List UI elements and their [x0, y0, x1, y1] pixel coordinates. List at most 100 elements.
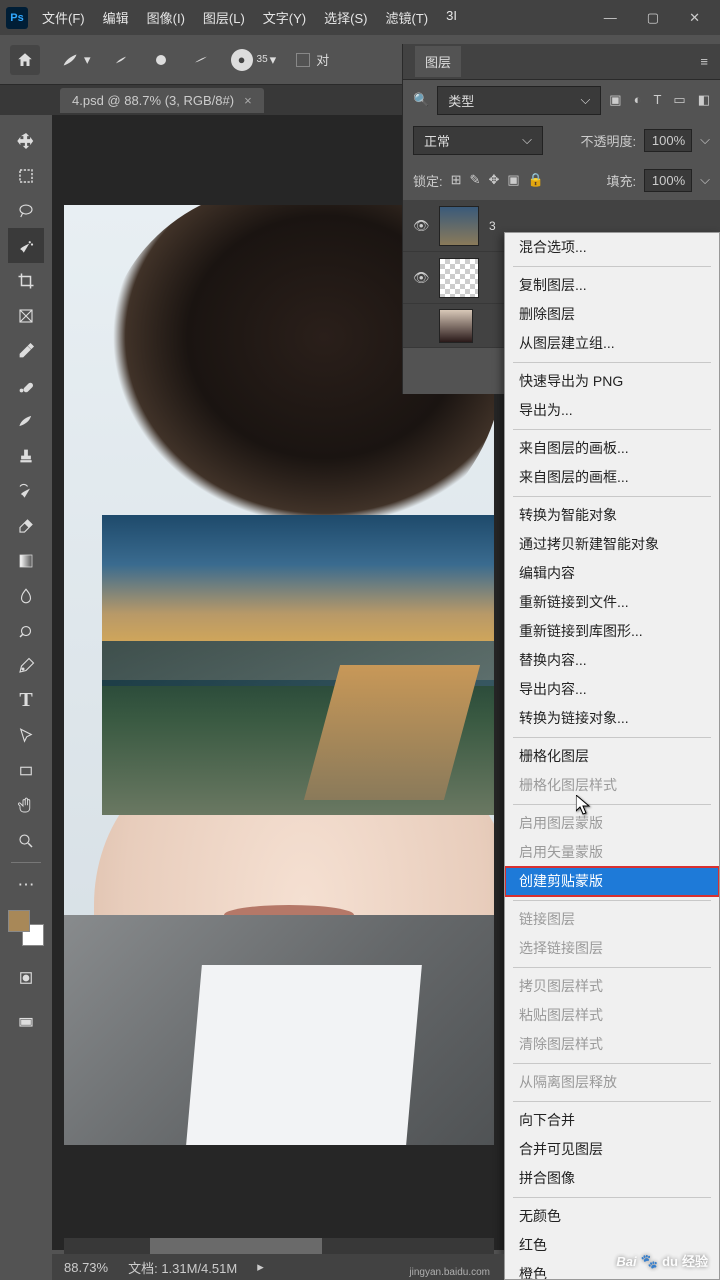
context-menu-item[interactable]: 转换为智能对象: [505, 501, 719, 530]
context-menu-separator: [513, 1101, 711, 1102]
checkbox-align[interactable]: [296, 53, 310, 67]
maximize-icon[interactable]: ▢: [647, 10, 659, 26]
type-tool-icon[interactable]: T: [8, 683, 44, 718]
history-brush-tool-icon[interactable]: [8, 473, 44, 508]
filter-type-dropdown[interactable]: 类型⌵: [437, 86, 601, 115]
context-menu-item[interactable]: 导出内容...: [505, 675, 719, 704]
context-menu-item[interactable]: 替换内容...: [505, 646, 719, 675]
context-menu-item: 粘贴图层样式: [505, 1001, 719, 1030]
brush-preset-4[interactable]: [191, 50, 211, 70]
horizontal-scrollbar[interactable]: [64, 1238, 494, 1254]
tab-close-icon[interactable]: ×: [244, 93, 252, 108]
menu-select[interactable]: 选择(S): [324, 8, 367, 27]
menu-type[interactable]: 文字(Y): [263, 8, 306, 27]
layer-thumbnail[interactable]: [439, 206, 479, 246]
zoom-level[interactable]: 88.73%: [64, 1260, 108, 1275]
screen-mode-icon[interactable]: [8, 1005, 44, 1040]
zoom-tool-icon[interactable]: [8, 823, 44, 858]
pen-tool-icon[interactable]: [8, 648, 44, 683]
eyedropper-tool-icon[interactable]: [8, 333, 44, 368]
search-icon[interactable]: 🔍: [413, 92, 429, 108]
marquee-tool-icon[interactable]: [8, 158, 44, 193]
scrollbar-thumb[interactable]: [150, 1238, 322, 1254]
context-menu-separator: [513, 1197, 711, 1198]
lock-transparent-icon[interactable]: ⊞: [451, 172, 462, 188]
doc-info[interactable]: 文档: 1.31M/4.51M: [128, 1258, 237, 1277]
healing-tool-icon[interactable]: [8, 368, 44, 403]
opacity-input[interactable]: 100%: [644, 129, 692, 152]
menu-image[interactable]: 图像(I): [147, 8, 185, 27]
context-menu-item[interactable]: 重新链接到库图形...: [505, 617, 719, 646]
context-menu-item[interactable]: 删除图层: [505, 300, 719, 329]
blur-tool-icon[interactable]: [8, 578, 44, 613]
context-menu-item[interactable]: 从图层建立组...: [505, 329, 719, 358]
edit-toolbar-icon[interactable]: ⋯: [8, 867, 44, 902]
fill-input[interactable]: 100%: [644, 169, 692, 192]
filter-type-icon[interactable]: T: [653, 92, 661, 108]
rectangle-tool-icon[interactable]: [8, 753, 44, 788]
blend-mode-dropdown[interactable]: 正常⌵: [413, 126, 543, 155]
lock-artboard-icon[interactable]: ▣: [507, 172, 519, 188]
context-menu-item[interactable]: 快速导出为 PNG: [505, 367, 719, 396]
filter-shape-icon[interactable]: ▭: [673, 92, 685, 108]
stamp-tool-icon[interactable]: [8, 438, 44, 473]
visibility-icon[interactable]: 👁: [413, 270, 429, 286]
context-menu-item[interactable]: 向下合并: [505, 1106, 719, 1135]
context-menu-item[interactable]: 无颜色: [505, 1202, 719, 1231]
panel-menu-icon[interactable]: ≡: [700, 54, 708, 69]
crop-tool-icon[interactable]: [8, 263, 44, 298]
lock-all-icon[interactable]: 🔒: [528, 172, 544, 188]
brush-preset-3[interactable]: [151, 50, 171, 70]
foreground-color-swatch[interactable]: [8, 910, 30, 932]
context-menu-item[interactable]: 来自图层的画框...: [505, 463, 719, 492]
visibility-icon[interactable]: 👁: [413, 218, 429, 234]
brush-preset-1[interactable]: ▾: [60, 49, 91, 71]
minimize-icon[interactable]: —: [604, 10, 617, 26]
layer-name[interactable]: 3: [489, 219, 496, 233]
move-tool-icon[interactable]: [8, 123, 44, 158]
filter-adjust-icon[interactable]: ◐: [634, 92, 642, 108]
hand-tool-icon[interactable]: [8, 788, 44, 823]
color-swatches[interactable]: [8, 910, 44, 946]
context-menu-item[interactable]: 合并可见图层: [505, 1135, 719, 1164]
frame-tool-icon[interactable]: [8, 298, 44, 333]
layers-tab[interactable]: 图层: [415, 46, 461, 77]
path-select-tool-icon[interactable]: [8, 718, 44, 753]
quick-select-tool-icon[interactable]: [8, 228, 44, 263]
layer-thumbnail[interactable]: [439, 258, 479, 298]
context-menu-item[interactable]: 创建剪贴蒙版: [505, 867, 719, 896]
document-tab[interactable]: 4.psd @ 88.7% (3, RGB/8#) ×: [60, 88, 264, 113]
quick-mask-icon[interactable]: [8, 960, 44, 995]
brush-size[interactable]: ● 35▾: [231, 49, 277, 71]
panel-tab-bar: 图层 ≡: [403, 44, 720, 80]
lasso-tool-icon[interactable]: [8, 193, 44, 228]
layer-thumbnail[interactable]: [439, 309, 473, 343]
opacity-label: 不透明度:: [581, 131, 637, 150]
lock-position-icon[interactable]: ✥: [488, 172, 499, 188]
context-menu-item[interactable]: 转换为链接对象...: [505, 704, 719, 733]
brush-tool-icon[interactable]: [8, 403, 44, 438]
lock-pixels-icon[interactable]: ✎: [470, 172, 481, 188]
menu-view[interactable]: 3I: [446, 8, 457, 27]
context-menu-item[interactable]: 重新链接到文件...: [505, 588, 719, 617]
menu-file[interactable]: 文件(F): [42, 8, 85, 27]
brush-preset-2[interactable]: [111, 50, 131, 70]
context-menu-item[interactable]: 混合选项...: [505, 233, 719, 262]
context-menu-item[interactable]: 导出为...: [505, 396, 719, 425]
menu-edit[interactable]: 编辑: [103, 8, 129, 27]
home-button[interactable]: [10, 45, 40, 75]
context-menu-item[interactable]: 栅格化图层: [505, 742, 719, 771]
context-menu-item[interactable]: 拼合图像: [505, 1164, 719, 1193]
menu-filter[interactable]: 滤镜(T): [385, 8, 428, 27]
menu-layer[interactable]: 图层(L): [203, 8, 245, 27]
context-menu-item[interactable]: 编辑内容: [505, 559, 719, 588]
filter-smart-icon[interactable]: ◧: [698, 92, 710, 108]
filter-pixel-icon[interactable]: ▣: [609, 92, 621, 108]
context-menu-item[interactable]: 来自图层的画板...: [505, 434, 719, 463]
gradient-tool-icon[interactable]: [8, 543, 44, 578]
context-menu-item[interactable]: 通过拷贝新建智能对象: [505, 530, 719, 559]
dodge-tool-icon[interactable]: [8, 613, 44, 648]
context-menu-item[interactable]: 复制图层...: [505, 271, 719, 300]
eraser-tool-icon[interactable]: [8, 508, 44, 543]
close-icon[interactable]: ✕: [689, 10, 700, 26]
